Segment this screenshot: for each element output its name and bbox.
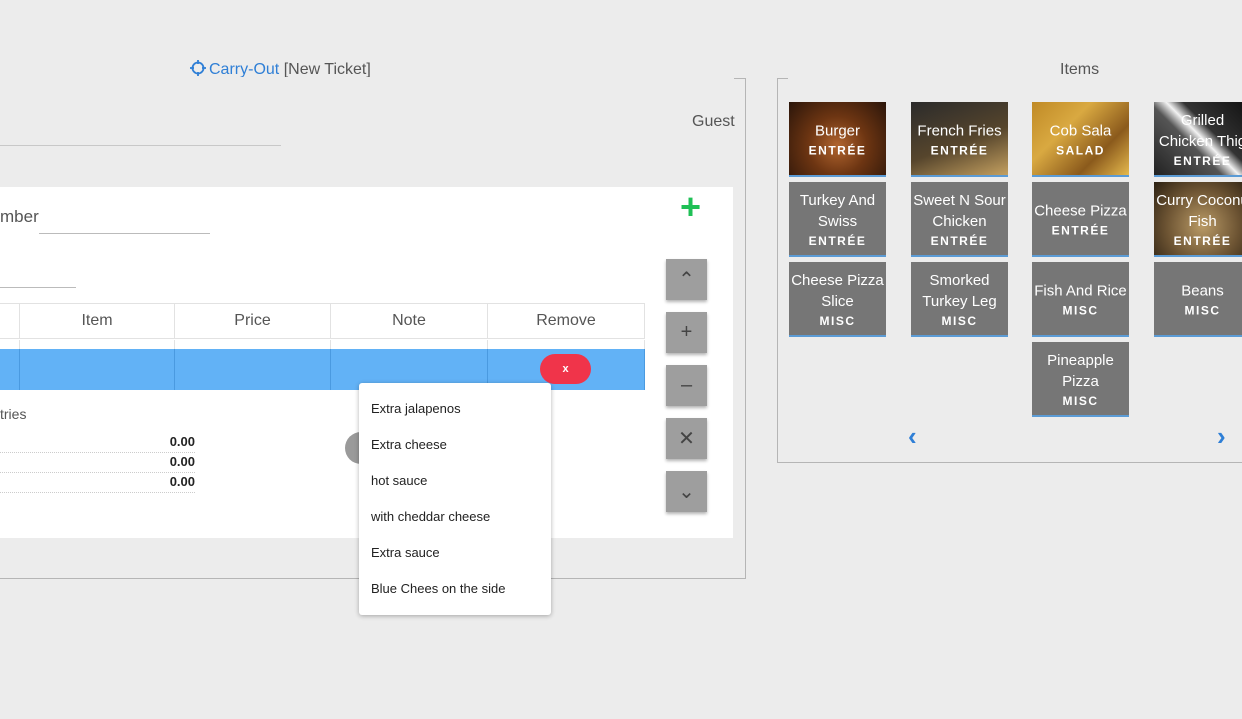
note-option[interactable]: hot sauce (359, 463, 551, 499)
clear-button[interactable]: ✕ (666, 418, 707, 459)
move-up-button[interactable]: ⌃ (666, 259, 707, 300)
minus-icon: – (680, 374, 693, 396)
item-tile-cob-salad[interactable]: Cob Sala SALAD (1032, 102, 1129, 177)
items-frame-gap (788, 77, 1242, 80)
item-category: MISC (1062, 393, 1099, 408)
item-category: MISC (819, 313, 856, 328)
note-option[interactable]: Extra sauce (359, 535, 551, 571)
guest-label: Guest (692, 113, 735, 130)
item-tile-cheese-pizza-slice[interactable]: Cheese Pizza Slice MISC (789, 262, 886, 337)
item-tile-sweet-sour-chicken[interactable]: Sweet N Sour Chicken ENTRÉE (911, 182, 1008, 257)
item-tile-beans[interactable]: Beans MISC (1154, 262, 1242, 337)
table-cell-price (175, 349, 331, 390)
item-name: Cheese Pizza (1034, 202, 1127, 219)
table-spacer (0, 340, 645, 349)
item-name: Curry Coconu Fish (1156, 191, 1242, 230)
plus-icon: + (680, 321, 693, 343)
item-tile-french-fries[interactable]: French Fries ENTRÉE (911, 102, 1008, 177)
ticket-frame-gap (0, 77, 734, 80)
remove-row-button[interactable]: x (540, 354, 591, 384)
item-category: ENTRÉE (1173, 233, 1232, 248)
entries-label: tries (0, 406, 27, 422)
note-option[interactable]: Blue Chees on the side (359, 571, 551, 607)
total-value: 0.00 (0, 433, 195, 453)
item-name: Grilled Chicken Thig (1158, 111, 1242, 150)
item-name: Sweet N Sour Chicken (913, 191, 1006, 230)
total-value: 0.00 (0, 473, 195, 493)
move-down-button[interactable]: ⌄ (666, 471, 707, 512)
item-category: MISC (1062, 303, 1099, 317)
table-cell (0, 349, 20, 390)
item-tile-pineapple-pizza[interactable]: Pineapple Pizza MISC (1032, 342, 1129, 417)
item-category: ENTRÉE (1173, 153, 1232, 168)
table-header: Item Price Note Remove (0, 303, 645, 339)
item-category: ENTRÉE (1051, 223, 1110, 237)
increase-button[interactable]: + (666, 312, 707, 353)
item-name: Cheese Pizza Slice (791, 271, 884, 310)
item-tile-grilled-chicken[interactable]: Grilled Chicken Thig ENTRÉE (1154, 102, 1242, 177)
note-option[interactable]: Extra cheese (359, 427, 551, 463)
ticket-label: [New Ticket] (283, 61, 371, 78)
item-tile-burger[interactable]: Burger ENTRÉE (789, 102, 886, 177)
item-category: SALAD (1056, 143, 1105, 157)
item-tile-turkey-swiss[interactable]: Turkey And Swiss ENTRÉE (789, 182, 886, 257)
item-name: Beans (1181, 282, 1224, 299)
decrease-button[interactable]: – (666, 365, 707, 406)
table-header-item: Item (20, 304, 175, 338)
table-header-remove: Remove (488, 304, 645, 338)
secondary-input[interactable] (0, 287, 76, 288)
table-header-cell (0, 304, 20, 338)
chevron-down-icon: ⌄ (678, 481, 695, 503)
item-name: Cob Sala (1049, 122, 1112, 139)
number-label: mber (0, 207, 39, 226)
item-category: ENTRÉE (808, 233, 867, 248)
number-input[interactable] (39, 233, 210, 234)
note-option[interactable]: with cheddar cheese (359, 499, 551, 535)
item-category: ENTRÉE (930, 143, 989, 157)
table-header-price: Price (175, 304, 331, 338)
chevron-up-icon: ⌃ (678, 269, 695, 291)
add-entry-button[interactable]: + (680, 189, 701, 225)
item-tile-cheese-pizza[interactable]: Cheese Pizza ENTRÉE (1032, 182, 1129, 257)
total-value: 0.00 (0, 453, 195, 473)
item-name: Smorked Turkey Leg (922, 271, 997, 310)
note-option[interactable]: Extra jalapenos (359, 391, 551, 427)
notes-menu: Extra jalapenos Extra cheese hot sauce w… (359, 383, 551, 615)
item-category: MISC (1184, 303, 1221, 317)
item-category: ENTRÉE (930, 233, 989, 248)
item-name: French Fries (917, 122, 1002, 139)
guest-input[interactable] (0, 145, 281, 146)
item-name: Pineapple Pizza (1047, 351, 1114, 390)
item-category: MISC (941, 313, 978, 328)
item-tile-fish-rice[interactable]: Fish And Rice MISC (1032, 262, 1129, 337)
item-name: Fish And Rice (1034, 282, 1127, 299)
item-category: ENTRÉE (808, 143, 867, 157)
item-name: Turkey And Swiss (799, 191, 876, 230)
close-icon: ✕ (678, 428, 695, 450)
item-tile-smoked-turkey-leg[interactable]: Smorked Turkey Leg MISC (911, 262, 1008, 337)
prev-page-icon[interactable]: ‹ (908, 421, 917, 452)
target-icon (190, 60, 206, 76)
order-type-label[interactable]: Carry-Out (209, 61, 279, 78)
next-page-icon[interactable]: › (1217, 421, 1226, 452)
item-tile-curry-fish[interactable]: Curry Coconu Fish ENTRÉE (1154, 182, 1242, 257)
table-cell-item (20, 349, 175, 390)
item-name: Burger (814, 122, 861, 139)
table-header-note: Note (331, 304, 488, 338)
